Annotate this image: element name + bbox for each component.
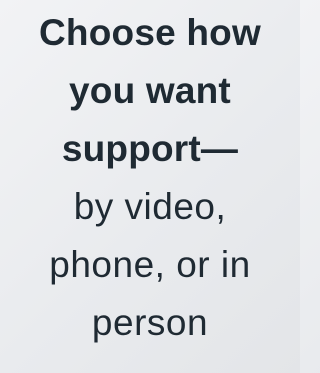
support-options-card: Choose how you want support— by video, p… [0,0,300,373]
headline-line-1: Choose how [39,12,261,53]
headline-line-2: you want [69,70,231,111]
subline-line-2: phone, or in [49,244,251,285]
support-subline: by video, phone, or in person [49,178,250,352]
subline-line-1: by video, [73,186,227,227]
support-headline: Choose how you want support— [39,4,261,178]
headline-line-3: support— [61,128,239,169]
subline-line-3: person [91,302,209,343]
